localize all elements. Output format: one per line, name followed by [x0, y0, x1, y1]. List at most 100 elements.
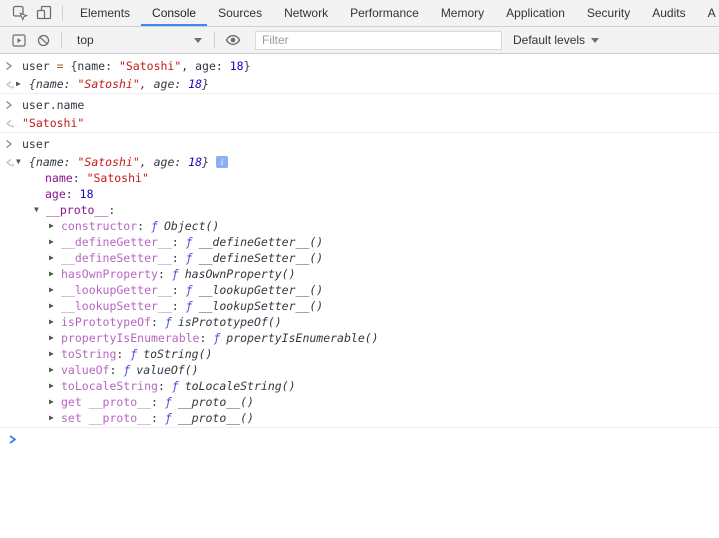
expander-icon[interactable] — [16, 76, 29, 92]
function-symbol: ƒ — [130, 346, 137, 362]
expander-icon[interactable] — [49, 218, 61, 234]
function-signature: hasOwnProperty() — [185, 266, 296, 282]
context-selector[interactable]: top — [68, 33, 208, 47]
separator: : — [151, 394, 165, 410]
inspect-element-icon[interactable] — [8, 1, 32, 25]
live-expression-eye-icon[interactable] — [221, 28, 245, 52]
result-arrow-icon — [0, 115, 16, 129]
proto-method-row: propertyIsEnumerable: ƒpropertyIsEnumera… — [0, 330, 719, 346]
expander-icon[interactable] — [49, 250, 61, 266]
expander-icon[interactable] — [49, 362, 61, 378]
property-name: valueOf — [61, 362, 109, 378]
proto-method-row: toLocaleString: ƒtoLocaleString() — [0, 378, 719, 394]
tab-performance[interactable]: Performance — [339, 0, 430, 26]
proto-method-row: __defineSetter__: ƒ__defineSetter__() — [0, 250, 719, 266]
property-name: set __proto__ — [61, 410, 151, 426]
function-symbol: ƒ — [172, 266, 179, 282]
proto-row: __proto__: — [0, 202, 719, 218]
proto-method-row: constructor: ƒObject() — [0, 218, 719, 234]
object-literal: , age: — [181, 58, 229, 74]
console-toolbar: top Default levels — [0, 27, 719, 54]
info-icon: i — [216, 156, 228, 168]
function-signature: valueOf() — [136, 362, 198, 378]
separator: : — [151, 314, 165, 330]
function-symbol: ƒ — [186, 298, 193, 314]
expander-icon[interactable] — [49, 234, 61, 250]
tab-memory[interactable]: Memory — [430, 0, 495, 26]
proto-method-row: __lookupSetter__: ƒ__lookupSetter__() — [0, 298, 719, 314]
separator: : — [158, 378, 172, 394]
expander-icon[interactable] — [49, 330, 61, 346]
expander-icon[interactable] — [49, 378, 61, 394]
clear-console-icon[interactable] — [31, 28, 55, 52]
expander-icon[interactable] — [16, 154, 29, 170]
property-row: name: "Satoshi" — [0, 170, 719, 186]
command-chevron-icon — [0, 97, 16, 110]
object-literal: {name: — [70, 58, 118, 74]
expander-icon[interactable] — [49, 394, 61, 410]
command-text: user.name — [22, 97, 84, 113]
command-chevron-icon — [0, 136, 16, 149]
console-command: user = {name: "Satoshi" , age: 18 } — [0, 55, 719, 75]
expander-icon[interactable] — [49, 298, 61, 314]
separator: : — [151, 410, 165, 426]
tab-application[interactable]: Application — [495, 0, 576, 26]
property-name: __lookupSetter__ — [61, 298, 172, 314]
separator: : — [66, 186, 80, 202]
number-value: 18 — [80, 186, 94, 202]
property-name: __proto__ — [46, 202, 108, 218]
proto-method-row: get __proto__: ƒ__proto__() — [0, 394, 719, 410]
chevron-down-icon — [591, 38, 599, 43]
expander-icon[interactable] — [49, 410, 61, 426]
expander-icon[interactable] — [49, 346, 61, 362]
function-signature: toString() — [143, 346, 212, 362]
object-preview: , age: — [140, 154, 188, 170]
command-chevron-icon — [0, 58, 16, 71]
proto-method-row: valueOf: ƒvalueOf() — [0, 362, 719, 378]
function-signature: propertyIsEnumerable() — [226, 330, 378, 346]
function-symbol: ƒ — [213, 330, 220, 346]
panel-tab-bar: Elements Console Sources Network Perform… — [0, 0, 719, 27]
console-prompt[interactable] — [0, 428, 719, 455]
expander-icon[interactable] — [49, 266, 61, 282]
tab-security[interactable]: Security — [576, 0, 641, 26]
function-signature: __lookupSetter__() — [199, 298, 324, 314]
string-value: "Satoshi" — [77, 76, 139, 92]
tab-audits[interactable]: Audits — [641, 0, 696, 26]
proto-method-row: hasOwnProperty: ƒhasOwnProperty() — [0, 266, 719, 282]
string-value: "Satoshi" — [77, 154, 139, 170]
tab-sources[interactable]: Sources — [207, 0, 273, 26]
object-preview[interactable]: {name: — [29, 76, 77, 92]
function-signature: Object() — [164, 218, 219, 234]
filter-input[interactable] — [255, 31, 502, 50]
device-toolbar-icon[interactable] — [32, 1, 56, 25]
separator: : — [172, 282, 186, 298]
tab-clipped[interactable]: A — [697, 0, 719, 26]
object-preview[interactable]: {name: — [29, 154, 77, 170]
console-sidebar-toggle-icon[interactable] — [7, 28, 31, 52]
log-levels-dropdown[interactable]: Default levels — [513, 33, 599, 47]
function-signature: isPrototypeOf() — [178, 314, 282, 330]
divider — [62, 5, 63, 21]
tab-console[interactable]: Console — [141, 0, 207, 26]
tab-network[interactable]: Network — [273, 0, 339, 26]
function-signature: __defineGetter__() — [199, 234, 324, 250]
expander-icon[interactable] — [49, 282, 61, 298]
function-signature: __proto__() — [178, 410, 254, 426]
separator: : — [137, 218, 151, 234]
separator: : — [108, 202, 122, 218]
tab-elements[interactable]: Elements — [69, 0, 141, 26]
string-result: "Satoshi" — [22, 115, 84, 131]
number-value: 18 — [188, 154, 202, 170]
separator: : — [116, 346, 130, 362]
console-result: "Satoshi" — [0, 114, 719, 133]
property-name: toLocaleString — [61, 378, 158, 394]
log-levels-label: Default levels — [513, 33, 585, 47]
separator: : — [109, 362, 123, 378]
separator: : — [172, 250, 186, 266]
property-name: age — [45, 186, 66, 202]
expander-icon[interactable] — [49, 314, 61, 330]
expander-icon[interactable] — [34, 202, 46, 218]
divider — [214, 32, 215, 48]
divider — [61, 32, 62, 48]
